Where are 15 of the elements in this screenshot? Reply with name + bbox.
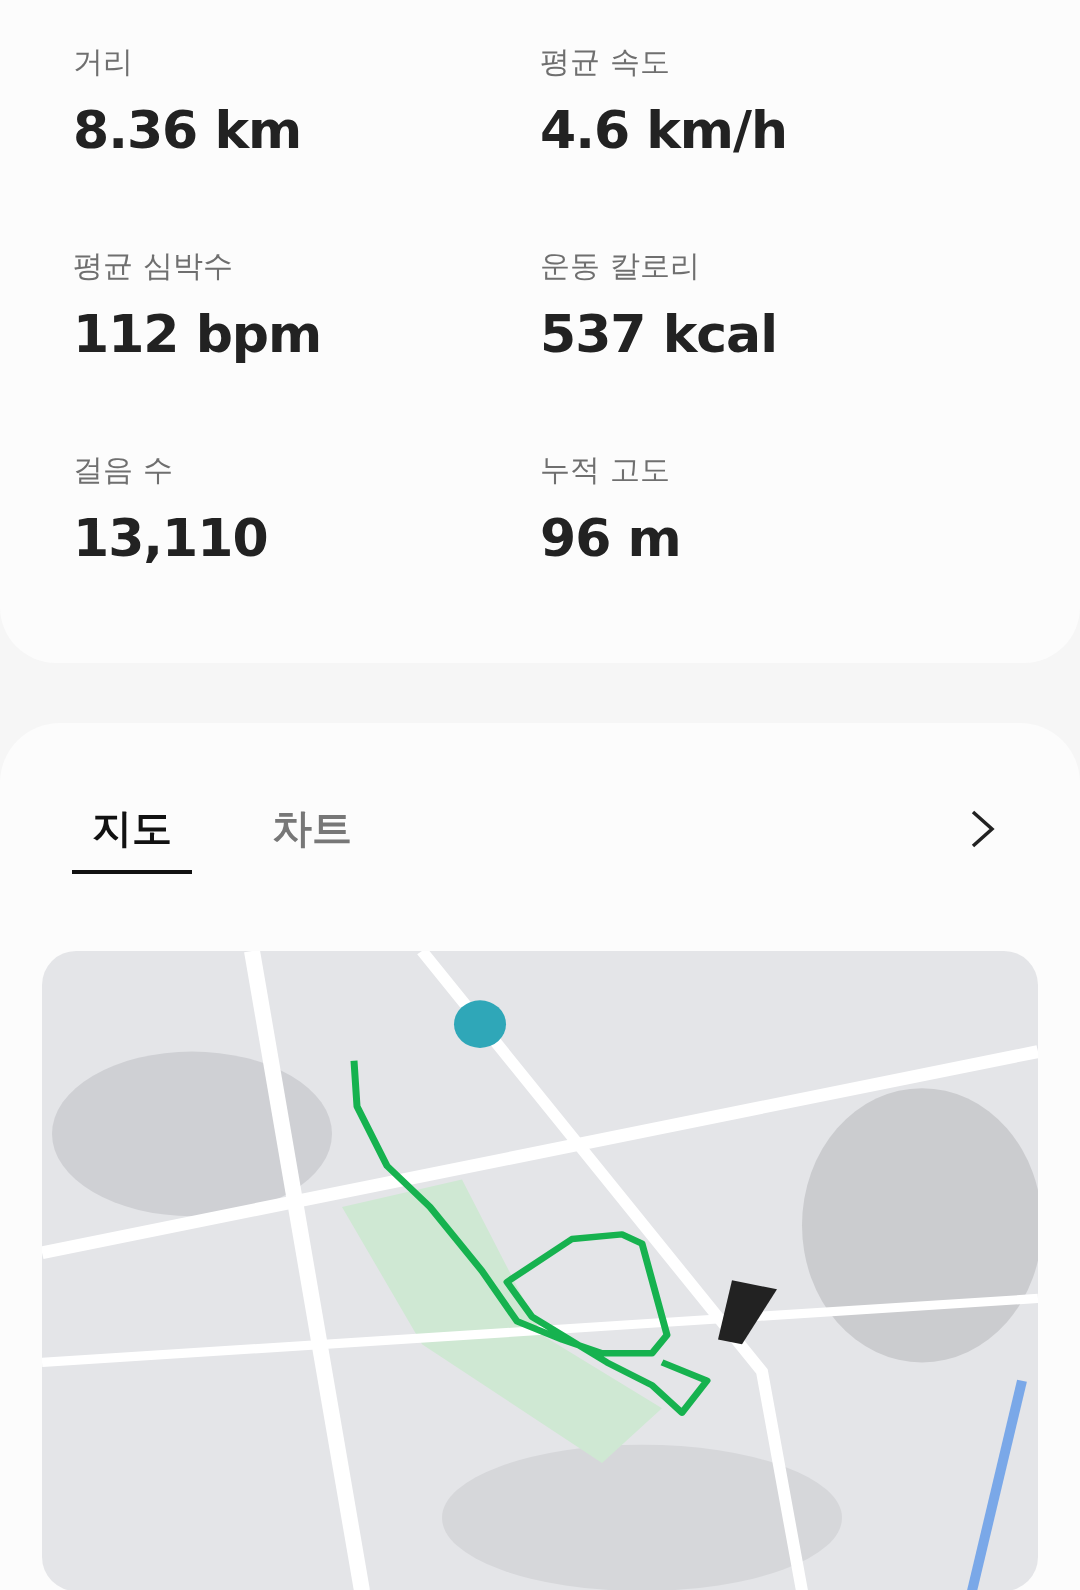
stat-value: 13,110 <box>73 507 268 570</box>
stat-value: 4.6 km/h <box>540 99 787 162</box>
stat-value: 96 m <box>540 507 681 570</box>
stat-label: 운동 칼로리 <box>540 247 700 285</box>
stat-label: 평균 심박수 <box>73 247 233 285</box>
stat-value: 112 bpm <box>73 303 322 366</box>
stat-value: 537 kcal <box>540 303 777 366</box>
tab[interactable]: 지도 <box>72 791 192 874</box>
stat-label: 누적 고도 <box>540 451 670 489</box>
chevron-right-icon[interactable] <box>970 809 996 849</box>
stat-label: 거리 <box>73 43 133 81</box>
stat-label: 평균 속도 <box>540 43 670 81</box>
stat-value: 8.36 km <box>73 99 302 162</box>
stat-label: 걸음 수 <box>73 451 173 489</box>
tab[interactable]: 차트 <box>252 791 372 874</box>
